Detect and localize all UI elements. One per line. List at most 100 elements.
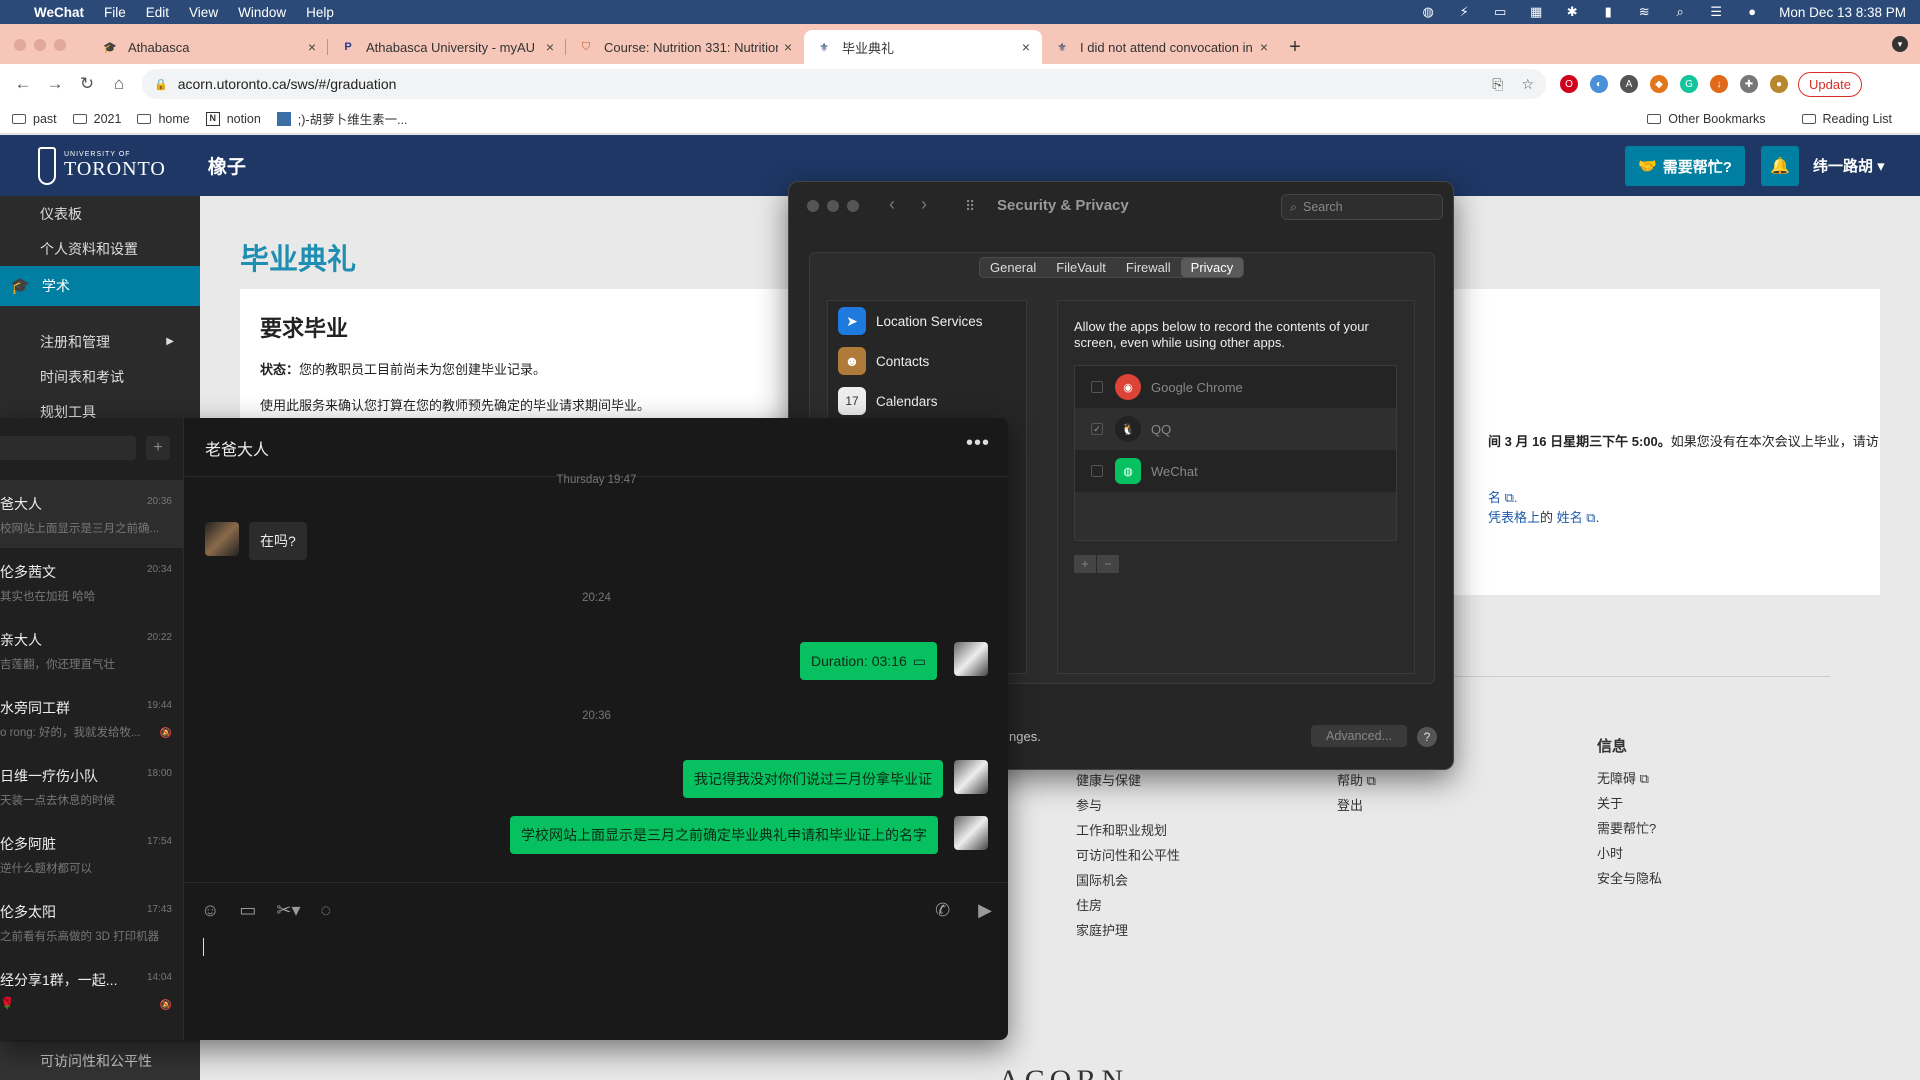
bookmark-past[interactable]: past xyxy=(12,112,57,126)
close-window-button[interactable] xyxy=(14,39,26,51)
conversation-item[interactable]: 伦多茜文 20:34 其实也在加班 哈哈 xyxy=(0,548,184,616)
tab-athabasca[interactable]: 🎓 Athabasca × xyxy=(90,30,328,64)
opera-ext-icon[interactable]: O xyxy=(1560,75,1578,93)
new-chat-button[interactable]: + xyxy=(146,436,170,460)
display-status-icon[interactable]: ▭ xyxy=(1491,5,1509,19)
bookmark-star-icon[interactable]: ☆ xyxy=(1521,76,1534,93)
footer-link[interactable]: 需要帮忙? xyxy=(1597,818,1662,843)
control-center-icon[interactable]: ☰ xyxy=(1707,5,1725,19)
menu-edit[interactable]: Edit xyxy=(146,5,169,20)
emoji-icon[interactable]: ☺ xyxy=(201,900,219,921)
tab-course[interactable]: ⛉ Course: Nutrition 331: Nutrition × xyxy=(566,30,804,64)
bookmark-home[interactable]: home xyxy=(137,112,190,126)
user-menu[interactable]: 纬一路胡 ▾ xyxy=(1813,155,1885,176)
tab-filevault[interactable]: FileVault xyxy=(1046,258,1116,277)
menu-file[interactable]: File xyxy=(104,5,126,20)
sidebar-item-academic[interactable]: 🎓 学术 xyxy=(0,266,200,306)
app-row-chrome[interactable]: ◉ Google Chrome xyxy=(1075,366,1396,408)
footer-link[interactable]: 健康与保健 xyxy=(1076,770,1180,795)
message-input[interactable] xyxy=(203,938,204,956)
footer-link[interactable]: 工作和职业规划 xyxy=(1076,820,1180,845)
sidebar-item-accessibility[interactable]: 可访问性和公平性 xyxy=(0,1042,200,1080)
minimize-window-button[interactable] xyxy=(34,39,46,51)
footer-link[interactable]: 可访问性和公平性 xyxy=(1076,845,1180,870)
address-bar[interactable]: 🔒 acorn.utoronto.ca/sws/#/graduation ⎘ ☆ xyxy=(142,69,1546,99)
footer-link[interactable]: 住房 xyxy=(1076,895,1180,920)
footer-link[interactable]: 安全与隐私 xyxy=(1597,868,1662,893)
bolt-status-icon[interactable]: ⚡ xyxy=(1455,5,1473,19)
menubar-clock[interactable]: Mon Dec 13 8:38 PM xyxy=(1779,5,1906,20)
screenshot-scissors-icon[interactable]: ✂▾ xyxy=(276,900,300,921)
remove-app-button[interactable]: − xyxy=(1097,555,1119,573)
footer-link[interactable]: 小时 xyxy=(1597,843,1662,868)
checkbox[interactable] xyxy=(1091,465,1103,477)
sidebar-item-enrolment[interactable]: 注册和管理 ▶ xyxy=(0,324,200,359)
keyboard-status-icon[interactable]: ▦ xyxy=(1527,5,1545,19)
reload-icon[interactable]: ↻ xyxy=(74,74,100,94)
tab-general[interactable]: General xyxy=(980,258,1046,277)
lock-icon[interactable]: 🔒 xyxy=(154,78,168,91)
close-tab-icon[interactable]: × xyxy=(308,39,316,55)
menu-help[interactable]: Help xyxy=(306,5,334,20)
close-tab-icon[interactable]: × xyxy=(784,39,792,55)
menu-app-name[interactable]: WeChat xyxy=(34,5,84,20)
help-button[interactable]: ? xyxy=(1417,727,1437,747)
forward-icon[interactable]: → xyxy=(42,74,68,94)
siri-icon[interactable]: ● xyxy=(1743,5,1761,19)
puzzle-icon[interactable]: ✚ xyxy=(1740,75,1758,93)
need-help-button[interactable]: 🤝 需要帮忙? xyxy=(1625,146,1745,186)
sidebar-item-dashboard[interactable]: 仪表板 xyxy=(0,196,200,231)
bell-icon[interactable]: 🔔 xyxy=(1761,146,1799,186)
show-all-grid-icon[interactable]: ⠿ xyxy=(965,198,975,215)
video-call-icon[interactable]: ▶ xyxy=(978,900,992,921)
bookmark-2021[interactable]: 2021 xyxy=(72,112,121,126)
checkbox[interactable]: ✓ xyxy=(1091,423,1103,435)
tab-convocation[interactable]: ⚜ I did not attend convocation in × xyxy=(1042,30,1280,64)
advanced-button[interactable]: Advanced... xyxy=(1311,725,1407,747)
conversation-item[interactable]: 日维一疗伤小队 18:00 天装一点去休息的时候 xyxy=(0,752,184,820)
wifi-icon[interactable]: ≋ xyxy=(1635,5,1653,19)
zoom-window-button[interactable] xyxy=(54,39,66,51)
grammarly-icon[interactable]: G xyxy=(1680,75,1698,93)
category-location-services[interactable]: ➤ Location Services xyxy=(828,301,1026,341)
phone-icon[interactable]: ✆ xyxy=(935,900,950,921)
app-row-wechat[interactable]: ◍ WeChat xyxy=(1075,450,1396,492)
conversation-item[interactable]: 水旁同工群 19:44 o rong: 好的，我就发给牧... 🔕 xyxy=(0,684,184,752)
close-tab-icon[interactable]: × xyxy=(546,39,554,55)
tab-firewall[interactable]: Firewall xyxy=(1116,258,1181,277)
avatar[interactable] xyxy=(954,816,988,850)
profile-avatar[interactable]: ● xyxy=(1770,75,1788,93)
forward-icon[interactable]: › xyxy=(921,194,927,215)
folder-icon[interactable]: ▭ xyxy=(239,900,256,921)
update-button[interactable]: Update xyxy=(1798,71,1862,97)
ext-icon[interactable]: ◐ xyxy=(1590,75,1608,93)
conversation-item[interactable]: 亲大人 20:22 吉莲翻，你还理直气壮 xyxy=(0,616,184,684)
footer-link[interactable]: 参与 xyxy=(1076,795,1180,820)
search-input[interactable]: ⌕ Search xyxy=(1281,194,1443,220)
font-ext-icon[interactable]: A xyxy=(1620,75,1638,93)
footer-link[interactable]: 国际机会 xyxy=(1076,870,1180,895)
external-link[interactable]: 名 ⧉. xyxy=(1488,487,1518,506)
conversation-item[interactable]: 经分享1群，一起... 14:04 🌹 🔕 xyxy=(0,956,184,1024)
site-name[interactable]: 橡子 xyxy=(208,152,246,179)
conversation-item[interactable]: 爸大人 20:36 校网站上面显示是三月之前确... xyxy=(0,480,184,548)
conversation-item[interactable]: 伦多太阳 17:43 之前看有乐高做的 3D 打印机器 xyxy=(0,888,184,956)
sidebar-item-timetable[interactable]: 时间表和考试 xyxy=(0,359,200,394)
message-bubble-out[interactable]: 我记得我没对你们说过三月份拿毕业证 xyxy=(683,760,943,798)
battery-icon[interactable]: ▮ xyxy=(1599,5,1617,19)
sidebar-item-profile[interactable]: 个人资料和设置 xyxy=(0,231,200,266)
message-bubble-out[interactable]: 学校网站上面显示是三月之前确定毕业典礼申请和毕业证上的名字 xyxy=(510,816,938,854)
avatar[interactable] xyxy=(205,522,239,556)
app-row-qq[interactable]: ✓ 🐧 QQ xyxy=(1075,408,1396,450)
more-icon[interactable]: ••• xyxy=(966,432,990,455)
close-window-button[interactable] xyxy=(807,200,819,212)
add-app-button[interactable]: + xyxy=(1074,555,1096,573)
reading-list[interactable]: Reading List xyxy=(1801,112,1892,126)
zoom-window-button[interactable] xyxy=(847,200,859,212)
other-bookmarks[interactable]: Other Bookmarks xyxy=(1647,112,1766,126)
search-input[interactable] xyxy=(0,436,136,460)
tab-privacy[interactable]: Privacy xyxy=(1180,258,1244,277)
conversation-item[interactable]: 伦多阿脏 17:54 逆什么题材都可以 xyxy=(0,820,184,888)
tab-myau[interactable]: P Athabasca University - myAU × xyxy=(328,30,566,64)
voice-call-bubble[interactable]: Duration: 03:16 ▭ xyxy=(800,642,937,680)
